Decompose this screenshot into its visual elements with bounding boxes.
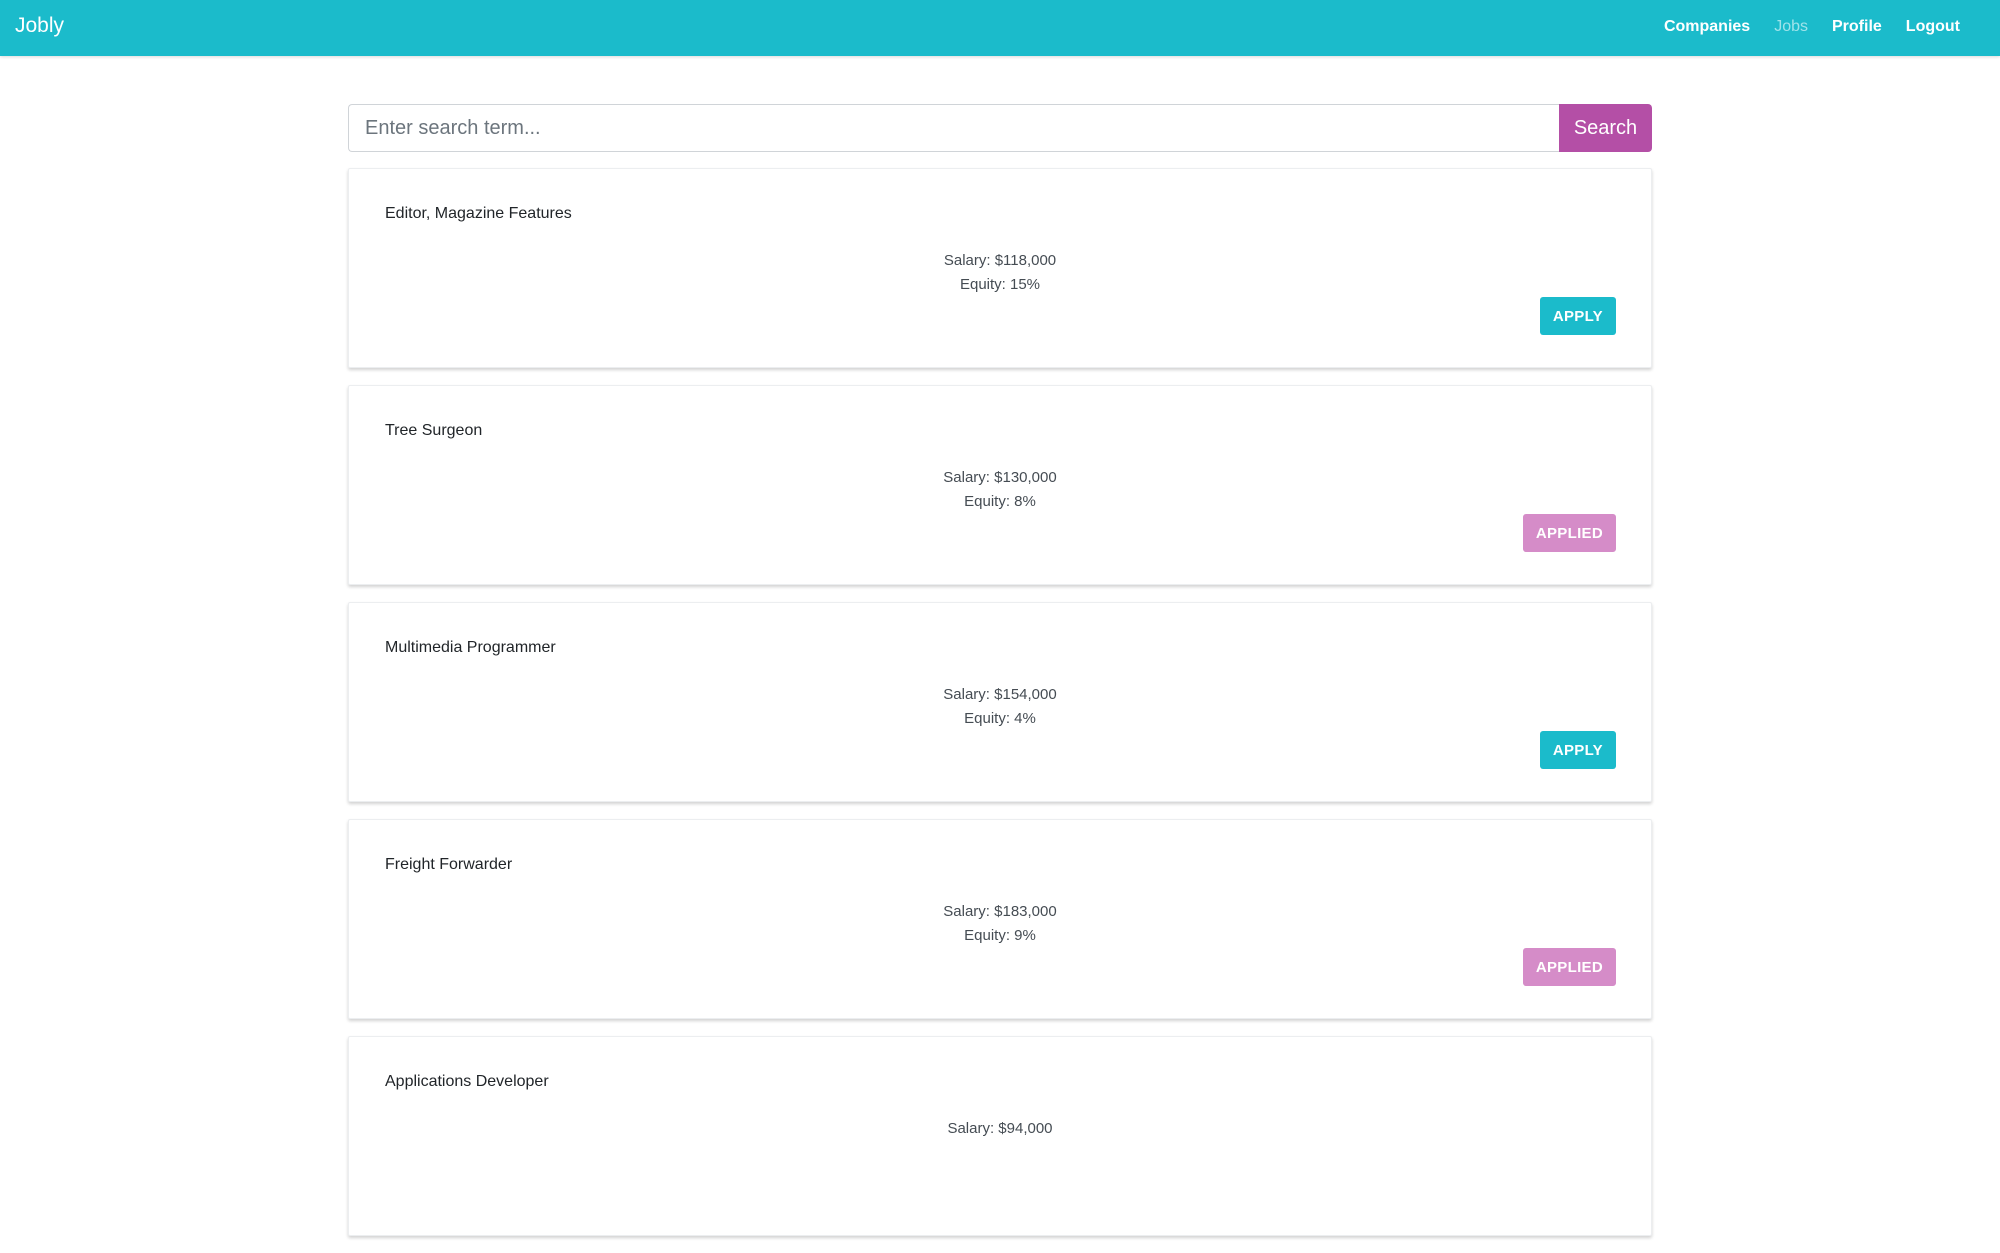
job-salary: Salary: $183,000 bbox=[943, 903, 1057, 920]
job-card: Freight Forwarder Salary: $183,000 Equit… bbox=[348, 819, 1652, 1019]
job-card: Applications Developer Salary: $94,000 bbox=[348, 1036, 1652, 1236]
job-title: Editor, Magazine Features bbox=[385, 205, 572, 222]
job-details: Salary: $94,000 bbox=[349, 1117, 1651, 1141]
brand-logo-link[interactable]: Jobly bbox=[15, 14, 64, 38]
job-salary: Salary: $94,000 bbox=[947, 1120, 1053, 1137]
nav-link-jobs[interactable]: Jobs bbox=[1774, 18, 1808, 36]
job-salary: Salary: $154,000 bbox=[943, 686, 1057, 703]
job-details: Salary: $118,000 Equity: 15% bbox=[349, 249, 1651, 297]
job-title: Multimedia Programmer bbox=[385, 639, 556, 656]
job-equity: Equity: 8% bbox=[964, 493, 1036, 510]
applied-button[interactable]: APPLIED bbox=[1522, 514, 1616, 552]
job-salary: Salary: $118,000 bbox=[943, 252, 1057, 269]
job-equity: Equity: 15% bbox=[959, 276, 1041, 293]
nav-link-companies[interactable]: Companies bbox=[1664, 18, 1750, 36]
job-title: Tree Surgeon bbox=[385, 422, 483, 439]
nav-link-logout[interactable]: Logout bbox=[1906, 18, 1960, 36]
job-salary: Salary: $130,000 bbox=[943, 469, 1057, 486]
search-button[interactable]: Search bbox=[1559, 104, 1652, 152]
job-card: Tree Surgeon Salary: $130,000 Equity: 8%… bbox=[348, 385, 1652, 585]
job-equity: Equity: 9% bbox=[964, 927, 1036, 944]
job-details: Salary: $130,000 Equity: 8% bbox=[349, 466, 1651, 514]
job-details: Salary: $154,000 Equity: 4% bbox=[349, 683, 1651, 731]
job-card: Editor, Magazine Features Salary: $118,0… bbox=[348, 168, 1652, 368]
job-details: Salary: $183,000 Equity: 9% bbox=[349, 900, 1651, 948]
job-title: Freight Forwarder bbox=[385, 856, 513, 873]
search-input[interactable] bbox=[348, 104, 1559, 152]
job-list: Editor, Magazine Features Salary: $118,0… bbox=[348, 168, 1652, 1253]
job-equity: Equity: 4% bbox=[964, 710, 1036, 727]
nav-links: Companies Jobs Profile Logout bbox=[1664, 18, 1960, 36]
apply-button[interactable]: APPLY bbox=[1539, 297, 1616, 335]
nav-link-profile[interactable]: Profile bbox=[1832, 18, 1882, 36]
search-form: Search bbox=[348, 104, 1652, 152]
job-card: Multimedia Programmer Salary: $154,000 E… bbox=[348, 602, 1652, 802]
top-navbar: Jobly Companies Jobs Profile Logout bbox=[0, 0, 2000, 56]
job-title: Applications Developer bbox=[385, 1073, 549, 1090]
apply-button[interactable]: APPLY bbox=[1539, 731, 1616, 769]
applied-button[interactable]: APPLIED bbox=[1522, 948, 1616, 986]
